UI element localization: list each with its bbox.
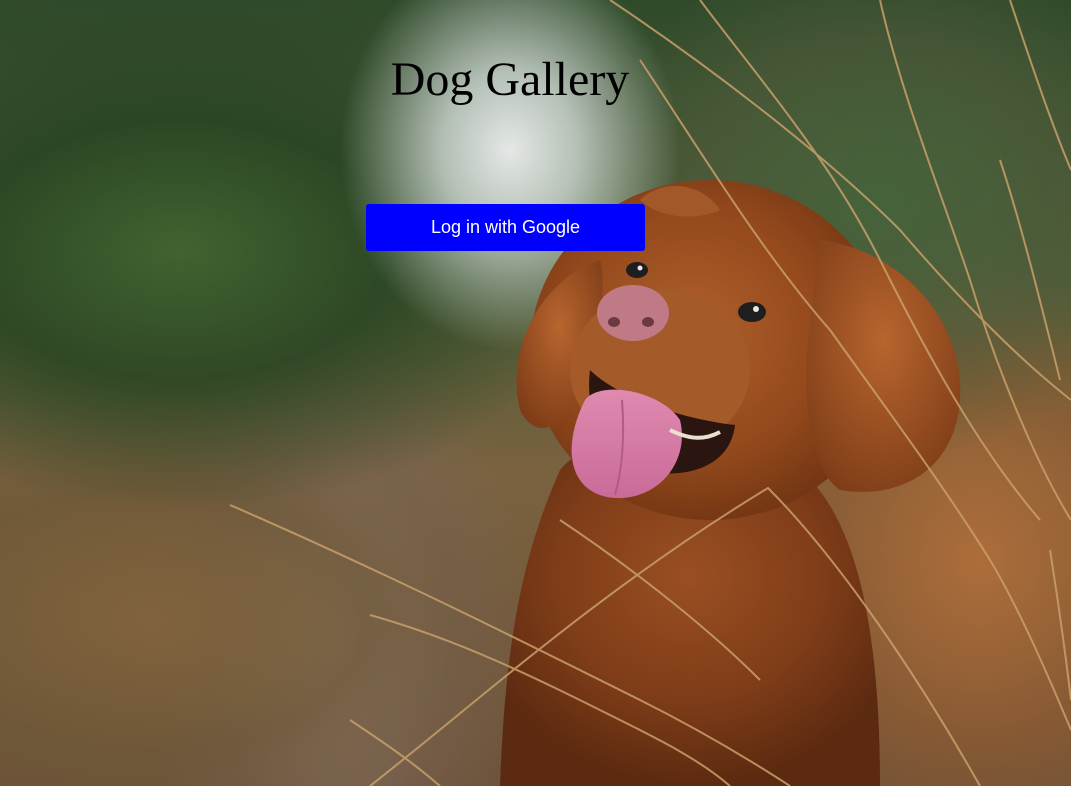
google-login-button[interactable]: Log in with Google	[366, 204, 645, 251]
background-photo	[0, 0, 1071, 786]
grass-stalks	[229, 0, 1071, 786]
page-title: Dog Gallery	[390, 53, 630, 106]
